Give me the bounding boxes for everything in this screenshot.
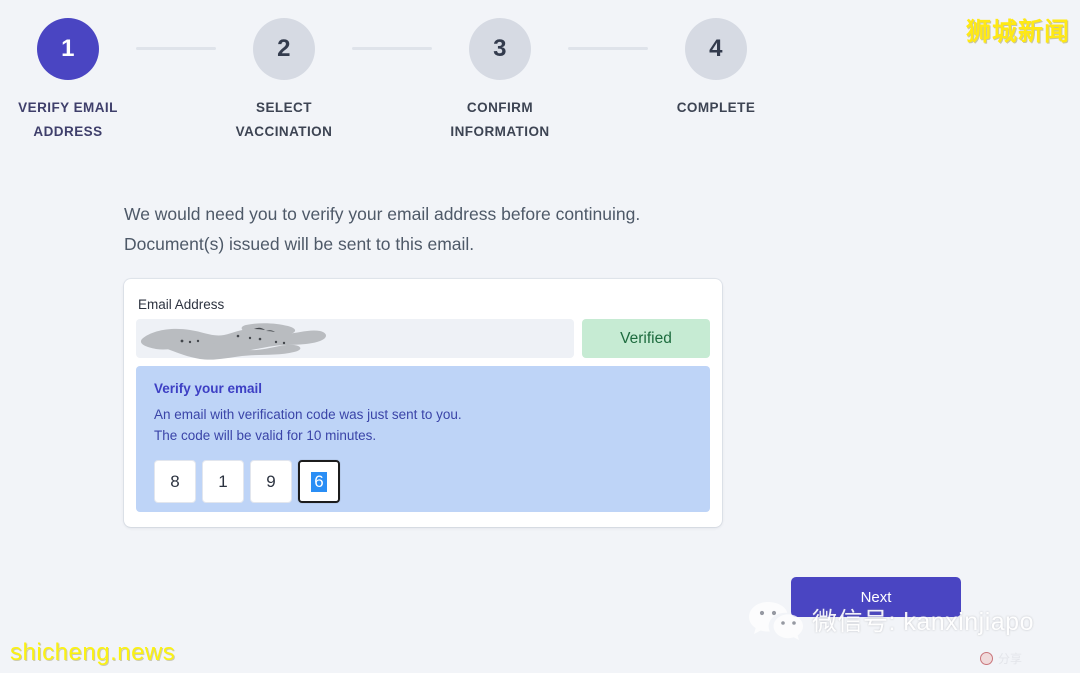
otp-digit-1[interactable]: 8	[154, 460, 196, 503]
verify-panel-line-1: An email with verification code was just…	[154, 407, 462, 422]
step-1-label: VERIFY EMAIL ADDRESS	[18, 96, 118, 143]
verified-badge-label: Verified	[620, 329, 672, 347]
step-4-number: 4	[709, 35, 723, 62]
step-3-confirm-information[interactable]: 3 CONFIRM INFORMATION	[432, 18, 568, 143]
wechat-icon	[749, 602, 803, 640]
verify-panel-line-2: The code will be valid for 10 minutes.	[154, 428, 377, 443]
step-4-circle: 4	[685, 18, 747, 80]
email-verification-card: Email Address Verified Verify your email…	[124, 279, 722, 527]
step-2-label-line2: VACCINATION	[235, 123, 333, 139]
email-input[interactable]	[136, 319, 574, 360]
intro-line-2: Document(s) issued will be sent to this …	[124, 234, 475, 254]
otp-code-input-group: 8 1 9 6	[154, 460, 692, 503]
otp-digit-2[interactable]: 1	[202, 460, 244, 503]
intro-line-1: We would need you to verify your email a…	[124, 204, 641, 224]
email-redaction-scribble	[140, 323, 326, 360]
step-2-label: SELECT VACCINATION	[236, 96, 333, 143]
intro-paragraph: We would need you to verify your email a…	[124, 199, 764, 259]
step-3-number: 3	[493, 35, 507, 62]
otp-digit-3-value: 9	[266, 471, 276, 491]
step-2-label-line1: SELECT	[256, 100, 312, 115]
watermark-top-right: 狮城新闻	[965, 18, 1070, 46]
otp-digit-1-value: 8	[170, 471, 180, 491]
stepper-connector-3-4	[568, 47, 648, 50]
wechat-id-text: 微信号: kanxinjiapo	[812, 608, 1034, 636]
step-4-label-line1: COMPLETE	[676, 100, 756, 115]
stepper-connector-1-2	[136, 47, 216, 50]
step-1-verify-email-address[interactable]: 1 VERIFY EMAIL ADDRESS	[0, 18, 136, 143]
step-1-number: 1	[61, 35, 75, 62]
step-3-label-line2: INFORMATION	[450, 123, 550, 139]
otp-digit-4-value: 6	[311, 471, 327, 492]
email-address-label: Email Address	[138, 297, 225, 312]
share-hint-label: 分享	[998, 652, 1023, 666]
step-4-label: COMPLETE	[677, 96, 756, 120]
step-3-label: CONFIRM INFORMATION	[450, 96, 549, 143]
step-1-label-line2: ADDRESS	[33, 123, 103, 139]
step-2-number: 2	[277, 35, 291, 62]
otp-digit-2-value: 1	[218, 471, 228, 491]
verify-email-panel: Verify your email An email with verifica…	[136, 366, 710, 512]
step-3-label-line1: CONFIRM	[466, 100, 534, 115]
watermark-bottom-left: shicheng.news	[10, 639, 176, 666]
share-icon	[980, 652, 993, 665]
step-2-select-vaccination[interactable]: 2 SELECT VACCINATION	[216, 18, 352, 143]
progress-stepper: 1 VERIFY EMAIL ADDRESS 2 SELECT VACCINAT…	[0, 0, 1080, 155]
stepper-connector-2-3	[352, 47, 432, 50]
verify-panel-title: Verify your email	[154, 381, 263, 396]
email-row: Verified	[136, 319, 710, 360]
step-3-circle: 3	[469, 18, 531, 80]
share-hint: 分享	[980, 650, 1022, 667]
otp-digit-3[interactable]: 9	[250, 460, 292, 503]
step-2-circle: 2	[253, 18, 315, 80]
step-1-circle: 1	[37, 18, 99, 80]
verified-status-badge: Verified	[582, 319, 710, 358]
step-1-label-line1: VERIFY EMAIL	[18, 100, 118, 115]
otp-digit-4[interactable]: 6	[298, 460, 340, 503]
wechat-watermark-overlay: 微信号: kanxinjiapo	[748, 598, 1034, 642]
step-4-complete[interactable]: 4 COMPLETE	[648, 18, 784, 120]
